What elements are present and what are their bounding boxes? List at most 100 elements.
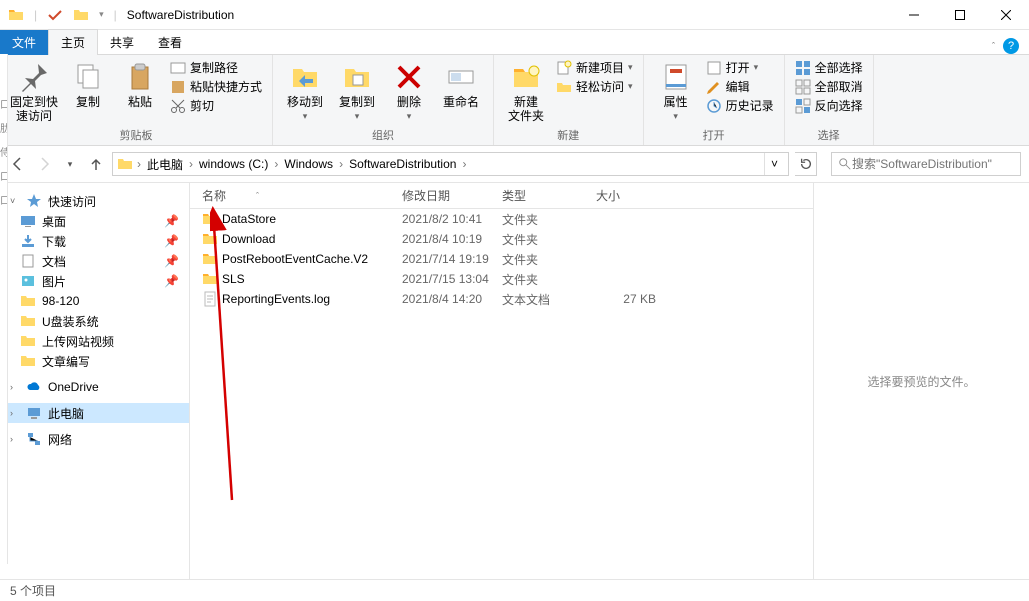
- chevron-right-icon[interactable]: ›: [187, 157, 195, 171]
- new-item-button[interactable]: 新建项目 ▾: [556, 59, 633, 76]
- sidebar-item-desktop[interactable]: 桌面📌: [0, 211, 189, 231]
- sidebar-item-folder[interactable]: U盘装系统: [0, 311, 189, 331]
- sidebar-item-label: 文章编写: [42, 353, 90, 370]
- sidebar-item-folder[interactable]: 文章编写: [0, 351, 189, 371]
- properties-button[interactable]: 属性▾: [654, 57, 698, 122]
- file-row[interactable]: Download2021/8/4 10:19文件夹: [190, 229, 813, 249]
- delete-button[interactable]: 删除▾: [387, 57, 431, 122]
- crumb-windows[interactable]: Windows: [282, 157, 335, 171]
- folder-icon: [202, 251, 218, 267]
- col-type[interactable]: 类型: [502, 187, 596, 204]
- column-headers: 名称 ˆ 修改日期 类型 大小: [190, 183, 813, 209]
- ribbon-collapse-icon[interactable]: ˆ: [992, 41, 995, 51]
- ribbon: 固定到快 速访问 复制 粘贴 复制路径 粘贴快捷方式 剪切 剪贴板 移动到▾ 复…: [0, 54, 1029, 146]
- divider: |: [34, 8, 37, 22]
- file-name: Download: [222, 232, 275, 246]
- file-name: PostRebootEventCache.V2: [222, 252, 368, 266]
- sidebar-item-folder[interactable]: 上传网站视频: [0, 331, 189, 351]
- rename-button[interactable]: 重命名: [439, 57, 483, 109]
- sidebar-quickaccess[interactable]: ˅ 快速访问: [0, 191, 189, 211]
- file-name: ReportingEvents.log: [222, 292, 330, 306]
- copy-path-button[interactable]: 复制路径: [170, 59, 262, 76]
- group-open-label: 打开: [654, 125, 774, 145]
- col-name[interactable]: 名称: [202, 187, 226, 204]
- easy-access-button[interactable]: 轻松访问 ▾: [556, 78, 633, 95]
- search-box[interactable]: [831, 152, 1021, 176]
- sidebar-item-label: 图片: [42, 273, 66, 290]
- crumb-current[interactable]: SoftwareDistribution: [347, 157, 458, 171]
- refresh-button[interactable]: [795, 152, 817, 176]
- cut-button[interactable]: 剪切: [170, 97, 262, 114]
- tab-home[interactable]: 主页: [48, 29, 98, 55]
- paste-shortcut-button[interactable]: 粘贴快捷方式: [170, 78, 262, 95]
- title-dropdown-caret[interactable]: ▾: [99, 9, 104, 20]
- folder-icon-small[interactable]: [73, 7, 89, 23]
- close-button[interactable]: [983, 0, 1029, 30]
- check-icon[interactable]: [47, 7, 63, 23]
- nav-forward-button[interactable]: [34, 154, 54, 174]
- edit-button[interactable]: 编辑: [706, 78, 774, 95]
- invert-selection-button[interactable]: 反向选择: [795, 97, 863, 114]
- tab-file[interactable]: 文件: [0, 30, 48, 55]
- file-date: 2021/7/15 13:04: [402, 272, 502, 286]
- nav-recent-button[interactable]: ▾: [60, 154, 80, 174]
- chevron-right-icon[interactable]: ›: [337, 157, 345, 171]
- sidebar-network[interactable]: › 网络: [0, 429, 189, 449]
- tab-share[interactable]: 共享: [98, 30, 146, 55]
- sidebar-quickaccess-label: 快速访问: [48, 193, 96, 210]
- search-input[interactable]: [852, 157, 1014, 171]
- crumb-drive[interactable]: windows (C:): [197, 157, 270, 171]
- col-size[interactable]: 大小: [596, 187, 656, 204]
- file-name: DataStore: [222, 212, 276, 226]
- preview-pane: 选择要预览的文件。: [813, 183, 1029, 579]
- paste-button[interactable]: 粘贴: [118, 57, 162, 109]
- pin-quickaccess-button[interactable]: 固定到快 速访问: [10, 57, 58, 124]
- window-title: SoftwareDistribution: [127, 8, 234, 22]
- select-none-button[interactable]: 全部取消: [795, 78, 863, 95]
- file-row[interactable]: ReportingEvents.log2021/8/4 14:20文本文档27 …: [190, 289, 813, 309]
- col-date[interactable]: 修改日期: [402, 187, 502, 204]
- nav-up-button[interactable]: [86, 154, 106, 174]
- breadcrumb[interactable]: › 此电脑 › windows (C:) › Windows › Softwar…: [112, 152, 789, 176]
- search-icon: [838, 157, 852, 171]
- file-row[interactable]: DataStore2021/8/2 10:41文件夹: [190, 209, 813, 229]
- copy-to-button[interactable]: 复制到▾: [335, 57, 379, 122]
- pin-icon: 📌: [164, 214, 179, 228]
- file-row[interactable]: PostRebootEventCache.V22021/7/14 19:19文件…: [190, 249, 813, 269]
- maximize-button[interactable]: [937, 0, 983, 30]
- group-new-label: 新建: [504, 125, 633, 145]
- folder-icon: [202, 271, 218, 287]
- sort-caret-icon: ˆ: [256, 191, 259, 201]
- breadcrumb-dropdown[interactable]: ˅: [764, 153, 784, 175]
- crumb-thispc[interactable]: 此电脑: [145, 156, 185, 173]
- network-icon: [26, 431, 42, 447]
- open-button[interactable]: 打开 ▾: [706, 59, 774, 76]
- copy-button[interactable]: 复制: [66, 57, 110, 109]
- nav-back-button[interactable]: [8, 154, 28, 174]
- history-button[interactable]: 历史记录: [706, 97, 774, 114]
- file-date: 2021/8/2 10:41: [402, 212, 502, 226]
- chevron-right-icon[interactable]: ›: [135, 157, 143, 171]
- folder-icon: [202, 211, 218, 227]
- sidebar-item-label: 网络: [48, 431, 72, 448]
- chevron-right-icon[interactable]: ›: [272, 157, 280, 171]
- minimize-button[interactable]: [891, 0, 937, 30]
- divider2: |: [114, 8, 117, 22]
- select-all-button[interactable]: 全部选择: [795, 59, 863, 76]
- chevron-right-icon: ›: [10, 434, 20, 444]
- sidebar-onedrive[interactable]: ›OneDrive: [0, 377, 189, 397]
- sidebar-item-folder[interactable]: 98-120: [0, 291, 189, 311]
- address-bar-row: ▾ › 此电脑 › windows (C:) › Windows › Softw…: [0, 146, 1029, 183]
- chevron-right-icon[interactable]: ›: [460, 157, 468, 171]
- file-row[interactable]: SLS2021/7/15 13:04文件夹: [190, 269, 813, 289]
- left-scrollbar-stub: 口肋侍口口: [0, 54, 8, 564]
- help-icon[interactable]: ?: [1003, 38, 1019, 54]
- tab-view[interactable]: 查看: [146, 30, 194, 55]
- pin-icon: 📌: [164, 234, 179, 248]
- new-folder-button[interactable]: 新建 文件夹: [504, 57, 548, 124]
- move-to-button[interactable]: 移动到▾: [283, 57, 327, 122]
- sidebar-item-downloads[interactable]: 下载📌: [0, 231, 189, 251]
- sidebar-thispc[interactable]: ›此电脑: [0, 403, 189, 423]
- sidebar-item-documents[interactable]: 文档📌: [0, 251, 189, 271]
- sidebar-item-pictures[interactable]: 图片📌: [0, 271, 189, 291]
